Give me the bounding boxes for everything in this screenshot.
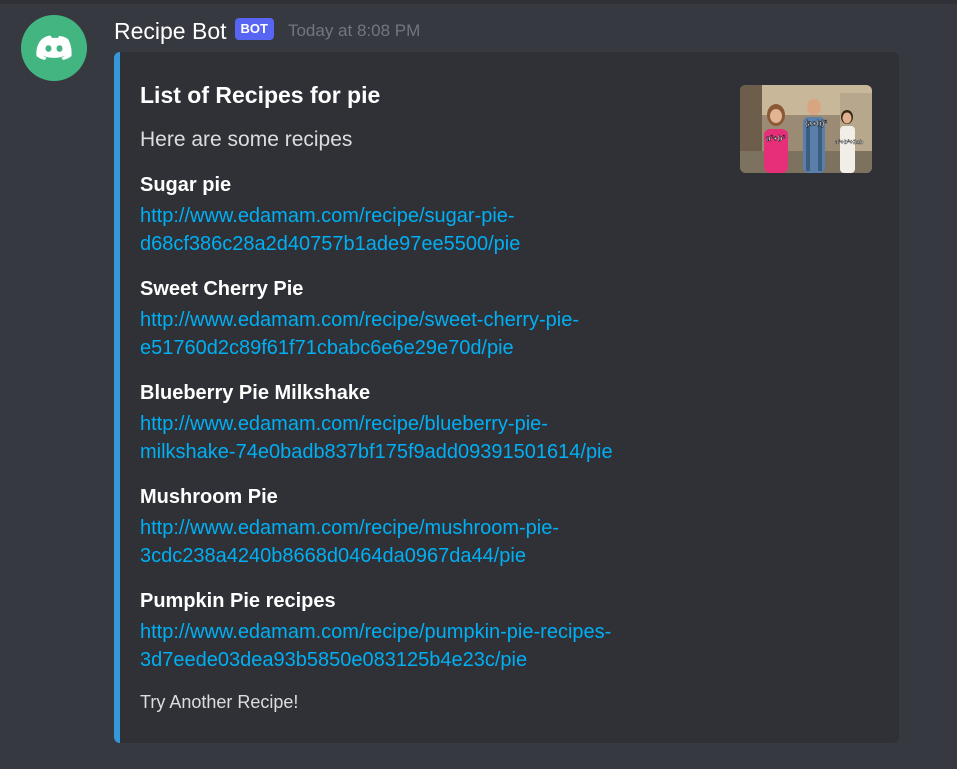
recipe-link-line[interactable]: http://www.edamam.com/recipe/mushroom-pi… [140, 517, 559, 539]
thumbnail-caption: a²+b² [766, 134, 786, 143]
avatar[interactable] [21, 15, 87, 81]
embed-accent-bar [114, 52, 120, 743]
timestamp: Today at 8:08 PM [287, 21, 421, 40]
recipe-field: Blueberry Pie Milkshake http://www.edama… [140, 380, 740, 484]
recipe-name: Sweet Cherry Pie [140, 278, 304, 300]
recipe-link[interactable]: http://www.edamam.com/recipe/pumpkin-pie… [140, 618, 740, 674]
thumbnail-caption: (a+b)² [805, 119, 827, 128]
chat-message: Recipe Bot BOT Today at 8:08 PM List of … [0, 8, 957, 769]
recipe-link-line[interactable]: http://www.edamam.com/recipe/sugar-pie- [140, 205, 515, 227]
recipe-link[interactable]: http://www.edamam.com/recipe/sugar-pie- … [140, 202, 740, 258]
embed-title: List of Recipes for pie [140, 82, 381, 108]
recipe-link-line[interactable]: d68cf386c28a2d40757b1ade97ee5500/pie [140, 233, 520, 255]
embed-description: Here are some recipes [140, 128, 353, 151]
recipe-field: Mushroom Pie http://www.edamam.com/recip… [140, 484, 740, 588]
message-header: Recipe Bot BOT Today at 8:08 PM [114, 16, 420, 46]
meme-thumbnail-image: a²+b² (a+b)² a²+b²+2ab [740, 85, 872, 173]
recipe-field: Sugar pie http://www.edamam.com/recipe/s… [140, 172, 740, 276]
bot-badge: BOT [234, 18, 274, 40]
recipe-link-line[interactable]: http://www.edamam.com/recipe/pumpkin-pie… [140, 621, 611, 643]
recipe-fields: Sugar pie http://www.edamam.com/recipe/s… [140, 172, 740, 692]
embed-thumbnail[interactable]: a²+b² (a+b)² a²+b²+2ab [740, 85, 872, 173]
recipe-link[interactable]: http://www.edamam.com/recipe/blueberry-p… [140, 410, 740, 466]
recipe-name: Blueberry Pie Milkshake [140, 382, 371, 404]
recipe-link-line[interactable]: 3cdc238a4240b8668d0464da0967da44/pie [140, 545, 526, 567]
discord-logo-icon [36, 35, 72, 60]
recipe-link-line[interactable]: 3d7eede03dea93b5850e083125b4e23c/pie [140, 649, 527, 671]
thumbnail-caption: a²+b²+2ab [835, 139, 864, 146]
recipe-name: Sugar pie [140, 174, 232, 196]
recipe-link-line[interactable]: http://www.edamam.com/recipe/sweet-cherr… [140, 309, 579, 331]
recipe-link-line[interactable]: milkshake-74e0badb837bf175f9add093915016… [140, 441, 613, 463]
username[interactable]: Recipe Bot [114, 18, 227, 45]
top-divider [0, 0, 957, 4]
recipe-link-line[interactable]: e51760d2c89f61f71cbabc6e6e29e70d/pie [140, 337, 514, 359]
recipe-field: Sweet Cherry Pie http://www.edamam.com/r… [140, 276, 740, 380]
recipe-name: Pumpkin Pie recipes [140, 590, 336, 612]
embed-footer: Try Another Recipe! [140, 692, 299, 712]
recipe-field: Pumpkin Pie recipes http://www.edamam.co… [140, 588, 740, 692]
recipe-link-line[interactable]: http://www.edamam.com/recipe/blueberry-p… [140, 413, 548, 435]
recipe-link[interactable]: http://www.edamam.com/recipe/sweet-cherr… [140, 306, 740, 362]
recipe-embed: List of Recipes for pie Here are some re… [114, 52, 899, 743]
recipe-link[interactable]: http://www.edamam.com/recipe/mushroom-pi… [140, 514, 740, 570]
recipe-name: Mushroom Pie [140, 486, 278, 508]
